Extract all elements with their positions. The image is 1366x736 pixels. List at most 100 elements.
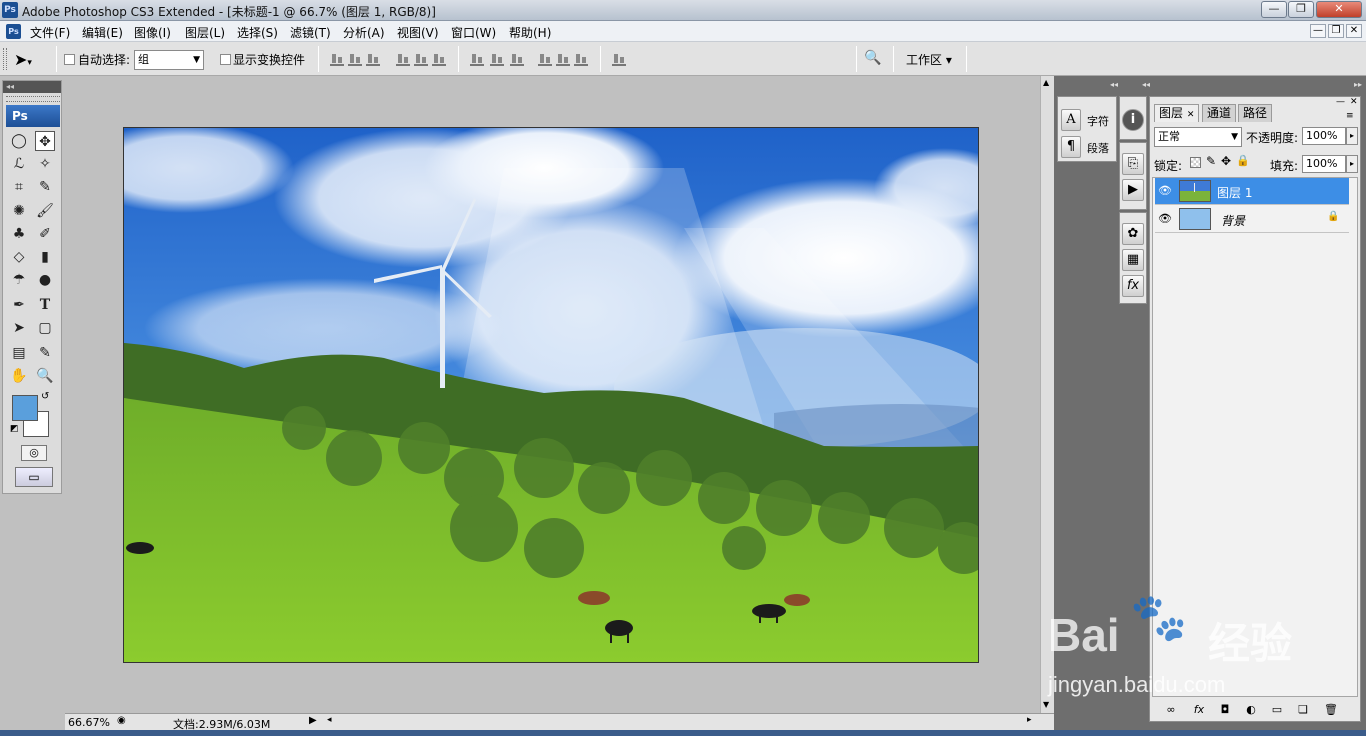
crop-tool-icon[interactable]: ⌗ — [9, 177, 29, 197]
menu-analysis[interactable]: 分析(A) — [343, 24, 385, 41]
distribute-left-icon[interactable] — [538, 52, 552, 66]
workspace-menu[interactable]: 工作区 ▾ — [906, 51, 952, 68]
history-brush-icon[interactable]: ✐ — [35, 224, 55, 244]
panel-minimize-icon[interactable]: — — [1336, 97, 1345, 107]
align-right-icon[interactable] — [432, 52, 446, 66]
move-tool-icon[interactable]: ✥ — [35, 131, 55, 151]
notes-tool-icon[interactable]: ▤ — [9, 343, 29, 363]
gradient-tool-icon[interactable]: ▮ — [35, 247, 55, 267]
eye-icon[interactable]: 👁 — [1158, 212, 1172, 226]
lock-pixels-icon[interactable]: ✎ — [1206, 154, 1216, 168]
bridge-icon[interactable]: 🔍 — [864, 50, 886, 68]
brushes-icon[interactable]: ✿ — [1122, 223, 1144, 245]
layer-style-icon[interactable]: fx — [1190, 701, 1208, 719]
distribute-right-icon[interactable] — [574, 52, 588, 66]
opacity-input[interactable]: 100% — [1302, 127, 1346, 145]
layer-row[interactable]: 👁 背景 🔒 — [1155, 206, 1349, 233]
screen-mode-icon[interactable]: ▭ — [15, 467, 53, 487]
menu-view[interactable]: 视图(V) — [397, 24, 439, 41]
slice-tool-icon[interactable]: ✎ — [35, 177, 55, 197]
document-icon[interactable]: Ps — [6, 24, 21, 39]
show-transform-checkbox[interactable] — [220, 54, 231, 65]
healing-brush-icon[interactable]: ✺ — [9, 201, 29, 221]
clone-stamp-icon[interactable]: ♣ — [9, 224, 29, 244]
paragraph-icon[interactable]: ¶ — [1061, 136, 1081, 158]
doc-minimize-button[interactable]: — — [1310, 24, 1326, 38]
paragraph-panel-label[interactable]: 段落 — [1087, 140, 1109, 156]
menu-filter[interactable]: 滤镜(T) — [290, 24, 331, 41]
tab-paths[interactable]: 路径 — [1238, 104, 1273, 122]
toolbox-collapse-icon[interactable]: ◂◂ — [3, 81, 61, 93]
pen-tool-icon[interactable]: ✒ — [9, 295, 29, 315]
menu-image[interactable]: 图像(I) — [134, 24, 171, 41]
swatches-icon[interactable]: ▦ — [1122, 249, 1144, 271]
close-button[interactable]: ✕ — [1316, 1, 1362, 18]
path-selection-icon[interactable]: ➤ — [9, 318, 29, 338]
toolbox-grip[interactable] — [6, 96, 60, 102]
layer-name[interactable]: 图层 1 — [1217, 184, 1252, 201]
brush-tool-icon[interactable]: 🖌 — [35, 201, 55, 221]
adjustment-layer-icon[interactable]: ◐ — [1242, 701, 1260, 719]
menu-select[interactable]: 选择(S) — [237, 24, 278, 41]
type-tool-icon[interactable]: T — [35, 295, 55, 315]
auto-align-icon[interactable] — [612, 52, 626, 66]
eraser-tool-icon[interactable]: ◇ — [9, 247, 29, 267]
panel-close-icon[interactable]: ✕ — [1350, 97, 1358, 107]
layer-name[interactable]: 背景 — [1221, 212, 1245, 229]
layer-mask-icon[interactable]: ◘ — [1216, 701, 1234, 719]
swap-colors-icon[interactable]: ↺ — [41, 391, 49, 402]
minimize-button[interactable]: — — [1261, 1, 1287, 18]
dock-collapse-icon[interactable]: ◂◂ — [1058, 80, 1118, 90]
link-layers-icon[interactable]: ∞ — [1162, 701, 1180, 719]
menu-window[interactable]: 窗口(W) — [451, 24, 496, 41]
new-group-icon[interactable]: ▭ — [1268, 701, 1286, 719]
dock-collapse-icon[interactable]: ◂◂ — [1124, 80, 1150, 90]
menu-layer[interactable]: 图层(L) — [185, 24, 225, 41]
shape-tool-icon[interactable]: ▢ — [35, 318, 55, 338]
restore-button[interactable]: ❐ — [1288, 1, 1314, 18]
align-top-icon[interactable] — [330, 52, 344, 66]
magic-wand-tool-icon[interactable]: ✧ — [35, 154, 55, 174]
auto-select-dropdown[interactable]: 组 ▼ — [134, 50, 204, 70]
menu-help[interactable]: 帮助(H) — [509, 24, 551, 41]
styles-icon[interactable]: fx — [1122, 275, 1144, 297]
distribute-vcenter-icon[interactable] — [490, 52, 504, 66]
layer-row[interactable]: 👁 图层 1 — [1155, 178, 1349, 205]
fill-slider-arrow-icon[interactable]: ▸ — [1346, 155, 1358, 173]
lock-position-icon[interactable]: ✥ — [1221, 154, 1231, 168]
align-hcenter-icon[interactable] — [414, 52, 428, 66]
doc-close-button[interactable]: ✕ — [1346, 24, 1362, 38]
doc-restore-button[interactable]: ❐ — [1328, 24, 1344, 38]
actions-icon[interactable]: ▶ — [1122, 179, 1144, 201]
lasso-tool-icon[interactable]: ℒ — [9, 154, 29, 174]
hand-tool-icon[interactable]: ✋ — [9, 366, 29, 386]
eyedropper-tool-icon[interactable]: ✎ — [35, 343, 55, 363]
fill-input[interactable]: 100% — [1302, 155, 1346, 173]
document-image[interactable] — [123, 127, 979, 663]
dock-expand-icon[interactable]: ▸▸ — [1344, 80, 1362, 90]
scroll-left-icon[interactable]: ◂ — [327, 715, 332, 725]
move-tool-preset-icon[interactable]: ➤▾ — [14, 50, 32, 69]
delete-layer-icon[interactable]: 🗑 — [1322, 701, 1340, 719]
blend-mode-dropdown[interactable]: 正常 ▼ — [1154, 127, 1242, 147]
default-colors-icon[interactable]: ◩ — [10, 424, 19, 434]
character-panel-label[interactable]: 字符 — [1087, 113, 1109, 129]
menu-file[interactable]: 文件(F) — [30, 24, 70, 41]
close-icon[interactable]: ✕ — [1187, 110, 1195, 120]
distribute-hcenter-icon[interactable] — [556, 52, 570, 66]
marquee-tool-icon[interactable]: ◯ — [9, 131, 29, 151]
history-icon[interactable]: ⎘ — [1122, 153, 1144, 175]
quick-mask-icon[interactable]: ◎ — [21, 445, 47, 461]
menu-edit[interactable]: 编辑(E) — [82, 24, 123, 41]
align-bottom-icon[interactable] — [366, 52, 380, 66]
info-icon[interactable]: i — [1122, 109, 1144, 131]
align-left-icon[interactable] — [396, 52, 410, 66]
distribute-bottom-icon[interactable] — [510, 52, 524, 66]
options-grip[interactable] — [3, 48, 7, 70]
auto-select-checkbox[interactable] — [64, 54, 75, 65]
status-menu-arrow-icon[interactable]: ▶ — [309, 715, 317, 726]
vertical-scrollbar[interactable]: ▲ ▼ — [1040, 76, 1054, 713]
dodge-tool-icon[interactable]: ● — [35, 270, 55, 290]
zoom-level[interactable]: 66.67% — [68, 716, 110, 729]
distribute-top-icon[interactable] — [470, 52, 484, 66]
